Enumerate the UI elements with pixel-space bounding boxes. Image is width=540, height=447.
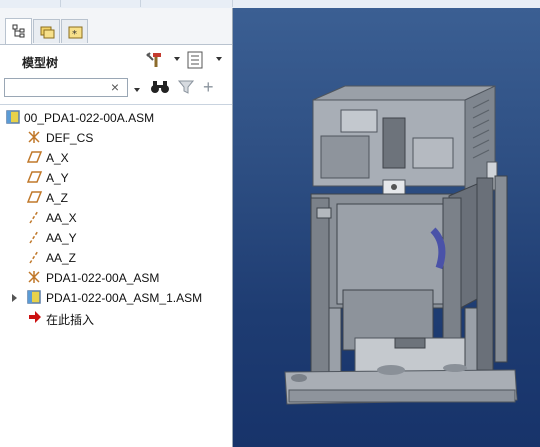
settings-dropdown-button[interactable] — [144, 51, 180, 71]
clear-search-icon[interactable]: × — [106, 78, 124, 96]
binoculars-icon[interactable] — [150, 80, 170, 94]
tree-row-aa-z[interactable]: AA_Z — [0, 248, 230, 268]
tree-row-sub-assembly[interactable]: PDA1-022-00A_ASM_1.ASM — [0, 288, 230, 308]
datum-axis-icon — [29, 230, 39, 244]
expand-arrow-icon[interactable] — [12, 294, 17, 302]
chevron-down-icon — [174, 57, 180, 61]
tree-row-insert-here[interactable]: 在此插入 — [0, 308, 230, 328]
add-button[interactable]: + — [203, 78, 214, 96]
chevron-down-icon — [216, 57, 222, 61]
tools-icon — [146, 52, 161, 67]
tree-item-label: AA_Z — [46, 251, 77, 265]
tree-item-label: A_Y — [46, 171, 69, 185]
tree-row-pda1-asm-cs[interactable]: PDA1-022-00A_ASM — [0, 268, 230, 288]
model-tree-tab[interactable] — [5, 18, 32, 44]
navigator-panel: * 模型树 × + 00_PDA1-022-00A.ASM DEF_CS A_X… — [0, 8, 233, 447]
top-strip-segment — [0, 0, 61, 7]
tree-item-label: A_X — [46, 151, 69, 165]
tree-row-def-cs[interactable]: DEF_CS — [0, 128, 230, 148]
tree-row-aa-x[interactable]: AA_X — [0, 208, 230, 228]
tree-item-label: PDA1-022-00A_ASM — [46, 271, 160, 285]
folder-browser-tab[interactable] — [33, 19, 60, 43]
favorites-tab[interactable]: * — [61, 19, 88, 43]
show-dropdown-button[interactable] — [186, 51, 222, 71]
graphics-viewport[interactable] — [233, 8, 540, 447]
assembly-3d-model[interactable] — [233, 8, 540, 447]
datum-plane-icon — [27, 171, 43, 183]
tree-item-label: 在此插入 — [46, 313, 95, 327]
insert-here-arrow-icon — [29, 311, 41, 323]
tree-item-label: A_Z — [46, 191, 69, 205]
navigator-tab-bar: * — [0, 8, 232, 45]
folders-icon — [40, 26, 55, 39]
tree-item-label: AA_Y — [46, 231, 77, 245]
datum-axis-icon — [29, 210, 39, 224]
tree-item-label: DEF_CS — [46, 131, 94, 145]
tree-icon — [12, 24, 25, 38]
tree-item-label: 00_PDA1-022-00A.ASM — [24, 111, 155, 125]
list-icon — [187, 51, 203, 69]
datum-plane-icon — [27, 191, 43, 203]
svg-text:*: * — [72, 29, 77, 39]
coordinate-system-icon — [28, 271, 40, 283]
coordinate-system-icon — [28, 131, 40, 143]
datum-axis-icon — [29, 250, 39, 264]
datum-plane-icon — [27, 151, 43, 163]
tree-row-aa-y[interactable]: AA_Y — [0, 228, 230, 248]
top-strip-segment — [140, 0, 233, 7]
tree-item-label: PDA1-022-00A_ASM_1.ASM — [46, 291, 203, 305]
favorites-icon: * — [68, 26, 83, 39]
search-dropdown-icon[interactable] — [134, 88, 140, 92]
filter-icon[interactable] — [178, 80, 194, 94]
assembly-icon — [6, 110, 20, 124]
divider — [0, 104, 232, 105]
assembly-icon — [27, 290, 41, 304]
tree-row-a-x[interactable]: A_X — [0, 148, 230, 168]
tree-row-a-z[interactable]: A_Z — [0, 188, 230, 208]
tree-row-a-y[interactable]: A_Y — [0, 168, 230, 188]
tree-item-label: AA_X — [46, 211, 77, 225]
tree-row-root-assembly[interactable]: 00_PDA1-022-00A.ASM — [0, 108, 230, 128]
top-strip-segment — [60, 0, 141, 7]
model-tree-title: 模型树 — [22, 56, 59, 70]
